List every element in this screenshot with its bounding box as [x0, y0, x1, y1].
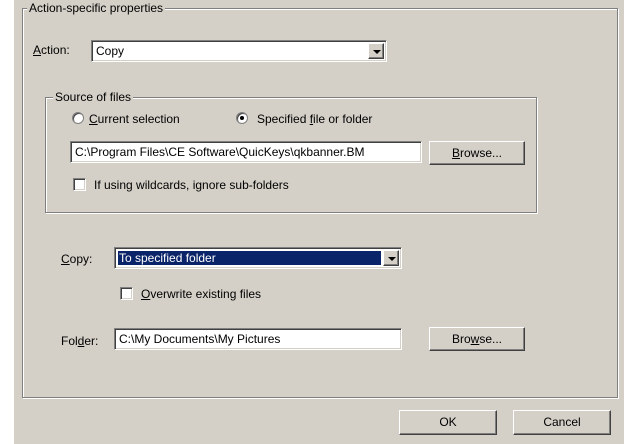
specified-file-label[interactable]: Specified file or folder [257, 112, 372, 126]
copy-dropdown[interactable]: To specified folder [114, 247, 402, 269]
source-group-title: Source of files [53, 90, 134, 104]
action-dropdown-button[interactable] [368, 43, 384, 59]
action-dropdown-value: Copy [96, 44, 125, 58]
folder-value: C:\My Documents\My Pictures [119, 332, 281, 346]
chevron-down-icon [388, 257, 396, 261]
ok-button[interactable]: OK [399, 410, 497, 435]
source-path-value: C:\Program Files\CE Software\QuicKeys\qk… [75, 145, 365, 159]
action-label: Action: [33, 43, 70, 57]
copy-dropdown-button[interactable] [383, 250, 399, 266]
cancel-button[interactable]: Cancel [513, 410, 611, 435]
specified-file-radio[interactable] [236, 112, 248, 124]
overwrite-checkbox[interactable] [120, 287, 133, 300]
wildcards-label[interactable]: If using wildcards, ignore sub-folders [94, 178, 289, 192]
current-selection-label[interactable]: Current selection [89, 112, 180, 126]
folder-input[interactable]: C:\My Documents\My Pictures [114, 328, 402, 350]
dialog: Action-specific properties Action: Copy … [14, 0, 624, 444]
copy-label: Copy: [61, 252, 93, 266]
current-selection-radio[interactable] [72, 112, 84, 124]
chevron-down-icon [373, 50, 381, 54]
copy-dropdown-selection: To specified folder [118, 251, 381, 265]
folder-browse-button[interactable]: Browse... [429, 327, 525, 351]
action-dropdown[interactable]: Copy [91, 40, 387, 62]
overwrite-label[interactable]: Overwrite existing files [141, 287, 261, 301]
source-browse-button[interactable]: Browse... [429, 141, 525, 165]
source-path-input[interactable]: C:\Program Files\CE Software\QuicKeys\qk… [70, 141, 422, 163]
copy-dropdown-value: To specified folder [119, 251, 216, 265]
properties-group-title: Action-specific properties [27, 1, 166, 15]
folder-label: Folder: [61, 334, 99, 348]
radio-selected-dot [240, 116, 244, 120]
wildcards-checkbox[interactable] [73, 178, 86, 191]
